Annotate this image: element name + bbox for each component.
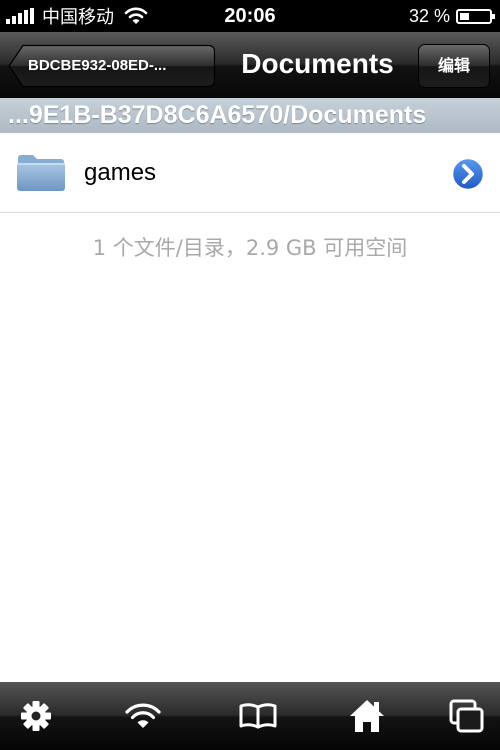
detail-disclosure-icon[interactable] bbox=[450, 156, 486, 192]
windows-icon[interactable] bbox=[446, 696, 486, 736]
wifi-icon[interactable] bbox=[123, 696, 163, 736]
battery-level-fill bbox=[460, 12, 469, 20]
navigation-bar: BDCBE932-08ED-... Documents 编辑 bbox=[0, 32, 500, 98]
current-path: ...9E1B-B37D8C6A6570/Documents bbox=[8, 101, 427, 129]
edit-button[interactable]: 编辑 bbox=[418, 44, 490, 88]
list-item-label: games bbox=[84, 159, 157, 186]
gear-icon[interactable] bbox=[16, 696, 56, 736]
book-icon[interactable] bbox=[238, 696, 278, 736]
battery-nub bbox=[492, 13, 495, 19]
storage-summary: 1 个文件/目录，2.9 GB 可用空间 bbox=[92, 236, 408, 260]
bottom-toolbar bbox=[0, 682, 500, 750]
home-icon[interactable] bbox=[347, 696, 387, 736]
list-item[interactable]: games bbox=[0, 134, 500, 213]
folder-icon bbox=[17, 155, 65, 191]
back-button-label: BDCBE932-08ED-... bbox=[28, 57, 167, 74]
battery-icon bbox=[456, 8, 495, 24]
path-bar: ...9E1B-B37D8C6A6570/Documents bbox=[0, 98, 500, 133]
back-button[interactable]: BDCBE932-08ED-... bbox=[8, 44, 216, 88]
battery-percent: 32 % bbox=[408, 5, 450, 26]
status-bar: 中国移动 20:06 32 % bbox=[0, 0, 500, 32]
page-title: Documents bbox=[241, 48, 394, 79]
status-bar-right: 32 % bbox=[408, 0, 495, 32]
